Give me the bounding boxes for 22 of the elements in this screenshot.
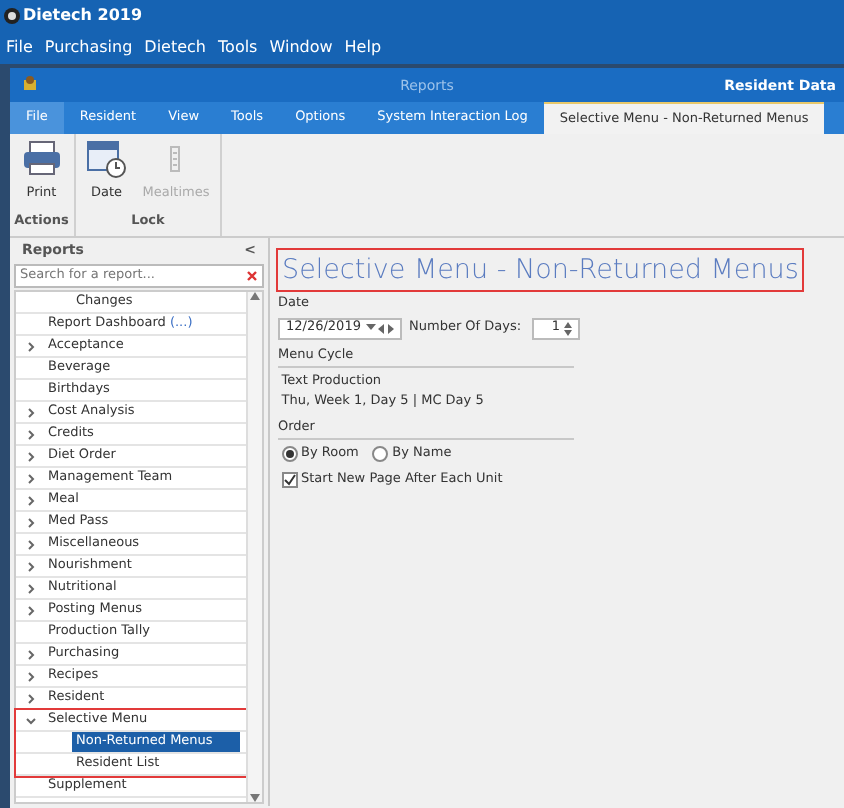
radio-dot-icon xyxy=(285,449,294,458)
app-logo-icon xyxy=(3,8,20,24)
ruler-icon xyxy=(170,146,181,172)
printer-icon xyxy=(21,138,62,178)
check-icon xyxy=(283,474,296,487)
previous-icon xyxy=(378,323,385,333)
close-icon xyxy=(246,270,258,282)
spinner-icon xyxy=(563,321,572,335)
scroll-up-icon xyxy=(250,292,260,300)
menu-item[interactable]: Dietech xyxy=(138,36,213,60)
calendar-icon xyxy=(86,138,127,178)
menu-item[interactable]: File xyxy=(0,36,39,60)
dropdown-icon xyxy=(365,323,375,331)
next-icon xyxy=(388,323,394,333)
menu-item[interactable]: Help xyxy=(338,36,388,60)
scroll-down-icon xyxy=(250,794,260,802)
menu-item[interactable]: Window xyxy=(263,36,339,60)
app-icon xyxy=(22,76,38,92)
menu-item[interactable]: Tools xyxy=(212,36,264,60)
page-title: Selective Menu - Non-Returned Menus xyxy=(278,250,803,291)
window-title: Dietech 2019 xyxy=(23,4,143,28)
menu-item[interactable]: Purchasing xyxy=(38,36,139,60)
